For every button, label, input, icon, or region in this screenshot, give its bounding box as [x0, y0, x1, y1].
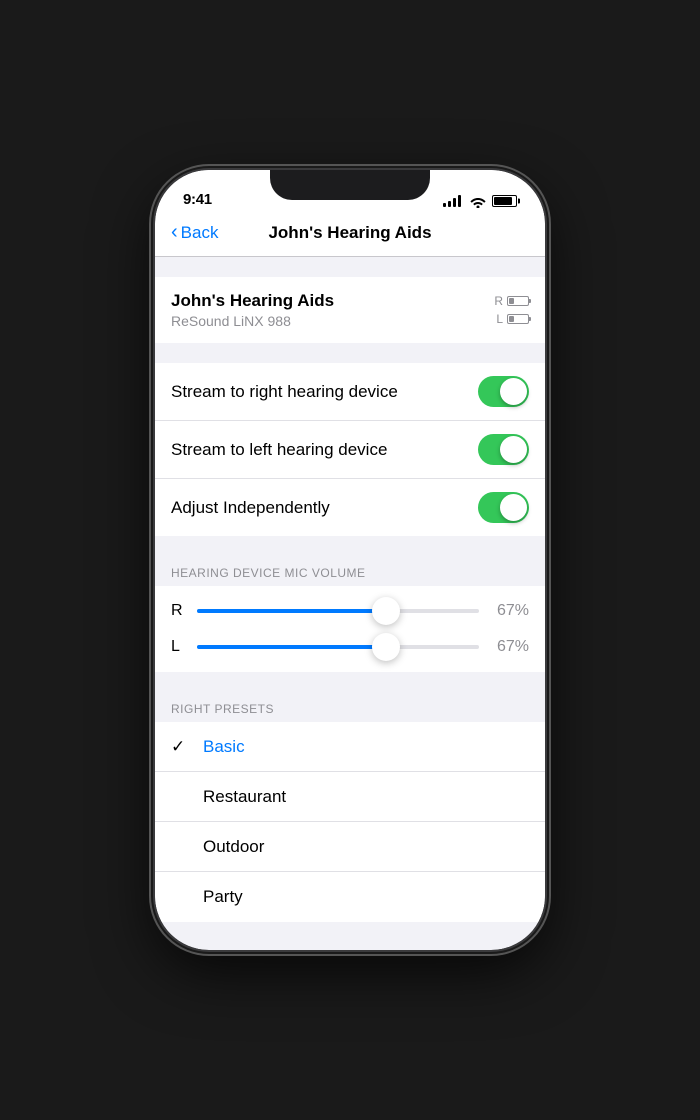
- slider-row-r: R 67%: [171, 602, 529, 620]
- preset-outdoor-label: Outdoor: [203, 837, 264, 857]
- preset-item-party[interactable]: Party: [155, 872, 545, 922]
- adjust-independently-label: Adjust Independently: [171, 498, 330, 518]
- left-battery-row: L: [496, 312, 529, 326]
- toggle-knob: [500, 378, 527, 405]
- nav-bar: ‹ Back John's Hearing Aids: [155, 214, 545, 257]
- preset-party-label: Party: [203, 887, 243, 907]
- section-gap-2: [155, 343, 545, 363]
- preset-no-checkmark-2: [171, 837, 195, 857]
- screen: 9:41 ︁: [155, 170, 545, 950]
- battery-fill: [494, 197, 512, 205]
- status-time: 9:41: [183, 191, 212, 208]
- stream-right-label: Stream to right hearing device: [171, 382, 398, 402]
- stream-right-toggle[interactable]: [478, 376, 529, 407]
- preset-item-restaurant[interactable]: Restaurant: [155, 772, 545, 822]
- right-battery-label: R: [494, 294, 503, 308]
- right-battery-icon: [507, 296, 529, 306]
- device-name: John's Hearing Aids: [171, 291, 334, 311]
- right-battery-row: R: [494, 294, 529, 308]
- slider-l-track: [197, 645, 479, 649]
- status-icons: ︁: [443, 194, 517, 208]
- slider-l-fill: [197, 645, 386, 649]
- section-gap-3: [155, 536, 545, 556]
- preset-basic-label: Basic: [203, 737, 245, 757]
- slider-section-header: HEARING DEVICE MIC VOLUME: [155, 556, 545, 586]
- presets-section-title: RIGHT PRESETS: [171, 702, 274, 716]
- device-card: John's Hearing Aids ReSound LiNX 988 R L: [155, 277, 545, 343]
- slider-l-value: 67%: [491, 638, 529, 656]
- slider-r-thumb[interactable]: [372, 597, 400, 625]
- presets-section-header: RIGHT PRESETS: [155, 692, 545, 722]
- toggle-list: Stream to right hearing device Stream to…: [155, 363, 545, 536]
- preset-checkmark-icon: ✓: [171, 737, 195, 757]
- adjust-independently-toggle[interactable]: [478, 492, 529, 523]
- slider-section: R 67% L: [155, 586, 545, 672]
- section-gap-4: [155, 672, 545, 692]
- device-info: John's Hearing Aids ReSound LiNX 988: [171, 291, 334, 329]
- preset-item-outdoor[interactable]: Outdoor: [155, 822, 545, 872]
- bottom-padding: [155, 922, 545, 941]
- preset-item-basic[interactable]: ✓ Basic: [155, 722, 545, 772]
- back-button[interactable]: ‹ Back: [171, 222, 261, 244]
- slider-r-label: R: [171, 602, 185, 620]
- wifi-icon: ︁: [467, 194, 486, 208]
- slider-row-l: L 67%: [171, 638, 529, 656]
- slider-r-track-container[interactable]: [197, 609, 479, 613]
- stream-left-label: Stream to left hearing device: [171, 440, 387, 460]
- section-gap-1: [155, 257, 545, 277]
- slider-r-track: [197, 609, 479, 613]
- preset-no-checkmark-3: [171, 887, 195, 907]
- toggle-knob: [500, 494, 527, 521]
- list-item-stream-right: Stream to right hearing device: [155, 363, 545, 421]
- slider-l-thumb[interactable]: [372, 633, 400, 661]
- list-item-adjust: Adjust Independently: [155, 479, 545, 536]
- back-chevron-icon: ‹: [171, 221, 178, 244]
- content-area: John's Hearing Aids ReSound LiNX 988 R L: [155, 257, 545, 941]
- preset-restaurant-label: Restaurant: [203, 787, 286, 807]
- slider-r-fill: [197, 609, 386, 613]
- left-battery-label: L: [496, 312, 503, 326]
- stream-left-toggle[interactable]: [478, 434, 529, 465]
- device-model: ReSound LiNX 988: [171, 313, 334, 329]
- nav-title: John's Hearing Aids: [261, 223, 440, 243]
- left-battery-icon: [507, 314, 529, 324]
- slider-section-title: HEARING DEVICE MIC VOLUME: [171, 566, 366, 580]
- phone-frame: 9:41 ︁: [155, 170, 545, 950]
- presets-list: ✓ Basic Restaurant Outdoor Party: [155, 722, 545, 922]
- signal-bars-icon: [443, 195, 461, 207]
- battery-icon: [492, 195, 517, 207]
- slider-l-label: L: [171, 638, 185, 656]
- slider-r-value: 67%: [491, 602, 529, 620]
- slider-l-track-container[interactable]: [197, 645, 479, 649]
- battery-indicators: R L: [494, 294, 529, 326]
- notch: [270, 170, 430, 200]
- toggle-knob: [500, 436, 527, 463]
- back-label: Back: [181, 223, 219, 243]
- preset-no-checkmark: [171, 787, 195, 807]
- list-item-stream-left: Stream to left hearing device: [155, 421, 545, 479]
